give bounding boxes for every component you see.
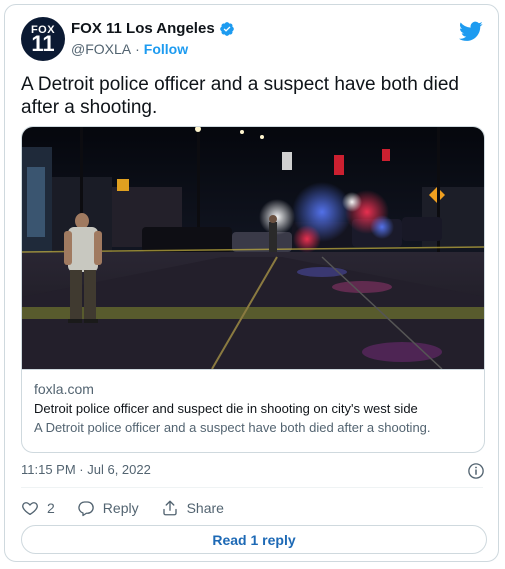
info-icon[interactable] [467, 462, 485, 480]
avatar[interactable]: FOX 11 [21, 17, 65, 61]
tweet-header: FOX 11 FOX 11 Los Angeles @FOXLA · Follo… [21, 17, 483, 65]
link-preview-card[interactable]: foxla.com Detroit police officer and sus… [21, 126, 485, 453]
follow-link[interactable]: Follow [144, 41, 188, 57]
display-name[interactable]: FOX 11 Los Angeles [71, 20, 215, 37]
action-bar: 2 Reply Share [21, 497, 246, 519]
separator-dot: · [135, 41, 140, 57]
tweet-text: A Detroit police officer and a suspect h… [21, 74, 459, 118]
timestamp[interactable]: 11:15 PM · Jul 6, 2022 [21, 462, 151, 477]
link-title: Detroit police officer and suspect die i… [34, 401, 418, 416]
link-domain: foxla.com [34, 381, 94, 397]
read-replies-button[interactable]: Read 1 reply [21, 525, 487, 554]
reply-label: Reply [102, 500, 139, 516]
night-police-scene-image [22, 127, 484, 369]
heart-icon [22, 502, 38, 516]
handle-row: @FOXLA · Follow [71, 41, 188, 57]
timestamp-row: 11:15 PM · Jul 6, 2022 [21, 462, 485, 482]
divider [21, 487, 483, 488]
link-preview-meta[interactable]: foxla.com Detroit police officer and sus… [22, 369, 484, 452]
tweet-card: FOX 11 FOX 11 Los Angeles @FOXLA · Follo… [4, 4, 499, 562]
share-label: Share [186, 500, 224, 516]
like-button[interactable]: 2 [21, 499, 55, 517]
avatar-number: 11 [31, 31, 55, 56]
share-icon [162, 500, 177, 516]
reply-icon [78, 501, 94, 517]
read-replies-label: Read 1 reply [212, 531, 296, 548]
share-button[interactable]: Share [161, 499, 224, 517]
handle[interactable]: @FOXLA [71, 41, 131, 57]
link-preview-image[interactable] [22, 127, 484, 369]
verified-badge-icon [219, 21, 234, 36]
reply-button[interactable]: Reply [77, 499, 139, 517]
link-description: A Detroit police officer and a suspect h… [34, 420, 431, 435]
display-name-row[interactable]: FOX 11 Los Angeles [71, 20, 235, 37]
like-count: 2 [47, 500, 55, 516]
twitter-bird-icon[interactable] [459, 19, 483, 43]
